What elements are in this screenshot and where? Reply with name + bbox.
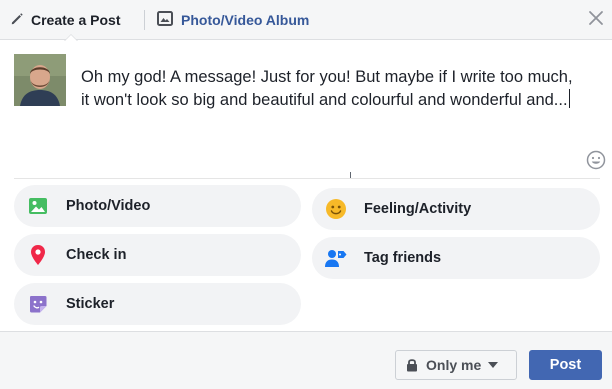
close-button[interactable] <box>586 10 606 30</box>
smiley-icon <box>586 150 606 174</box>
post-text-content: Oh my god! A message! Just for you! But … <box>81 68 573 109</box>
divider <box>14 178 600 179</box>
text-cursor <box>568 89 570 108</box>
photo-video-button[interactable]: Photo/Video <box>14 185 301 227</box>
tab-divider <box>144 10 145 30</box>
emoji-button[interactable] <box>586 150 606 170</box>
tab-create-post-label: Create a Post <box>31 12 121 28</box>
sticker-label: Sticker <box>66 296 115 312</box>
location-pin-icon <box>26 243 50 267</box>
lock-icon <box>406 358 418 372</box>
tag-friends-label: Tag friends <box>364 250 442 266</box>
post-text-input[interactable]: Oh my god! A message! Just for you! But … <box>81 66 581 112</box>
feeling-activity-label: Feeling/Activity <box>364 201 472 217</box>
feeling-activity-button[interactable]: Feeling/Activity <box>312 188 600 230</box>
check-in-label: Check in <box>66 247 127 263</box>
smiley-face-icon <box>324 197 348 221</box>
photo-video-label: Photo/Video <box>66 198 151 214</box>
active-tab-indicator <box>64 34 78 41</box>
divider-tick <box>350 172 351 178</box>
sticker-button[interactable]: Sticker <box>14 283 301 325</box>
post-button[interactable]: Post <box>529 350 602 380</box>
privacy-label: Only me <box>426 357 482 373</box>
close-icon <box>588 10 604 31</box>
check-in-button[interactable]: Check in <box>14 234 301 276</box>
privacy-selector[interactable]: Only me <box>395 350 517 380</box>
chevron-down-icon <box>488 362 499 368</box>
pencil-icon <box>10 12 24 29</box>
avatar <box>14 54 66 106</box>
sticker-icon <box>26 292 50 316</box>
photo-album-icon <box>157 11 173 29</box>
photo-icon <box>26 194 50 218</box>
tab-photo-video-album-label: Photo/Video Album <box>181 12 310 28</box>
tab-photo-video-album[interactable]: Photo/Video Album <box>157 0 309 40</box>
post-button-label: Post <box>549 357 582 373</box>
composer-header: Create a Post Photo/Video Album <box>0 0 612 40</box>
create-post-dialog: Create a Post Photo/Video Album Oh my go… <box>0 0 612 389</box>
tag-friends-button[interactable]: Tag friends <box>312 237 600 279</box>
tag-person-icon <box>324 246 348 270</box>
composer-footer: Only me Post <box>0 331 612 389</box>
